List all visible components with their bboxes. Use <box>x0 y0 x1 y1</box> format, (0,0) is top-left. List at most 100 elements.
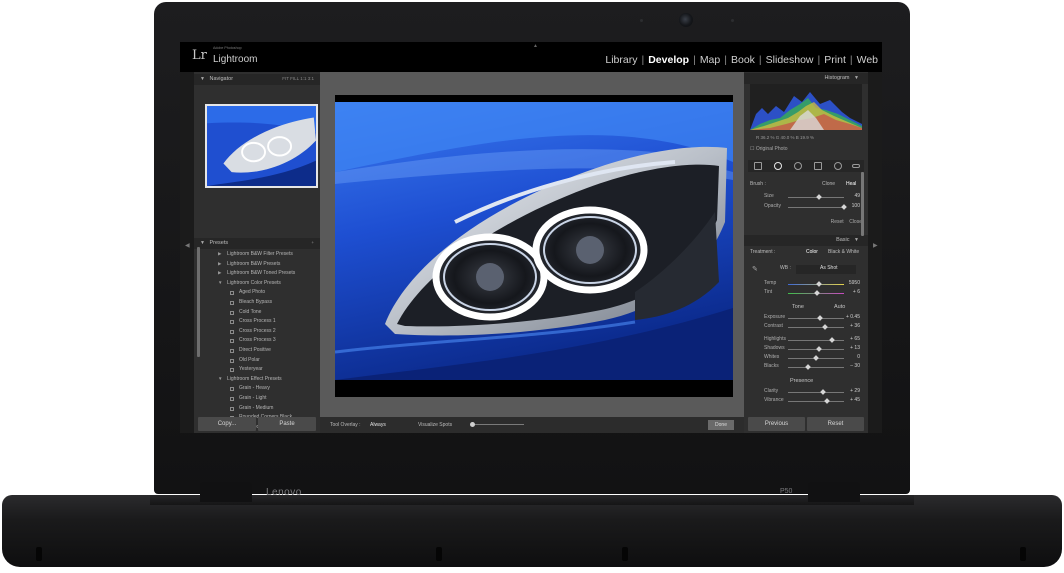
module-web[interactable]: Web <box>857 54 878 66</box>
crop-tool-icon[interactable] <box>754 162 762 170</box>
preset-item[interactable]: ▶ Lightroom B&W Presets <box>194 261 320 271</box>
blacks-slider-knob[interactable] <box>805 364 811 370</box>
size-value[interactable]: 49 <box>854 193 860 199</box>
previous-button[interactable]: Previous <box>748 417 805 431</box>
visualize-spots-slider[interactable] <box>472 424 524 425</box>
done-button[interactable]: Done <box>708 420 734 430</box>
visualize-spots-checkbox[interactable]: Visualize Spots <box>418 422 452 428</box>
whites-value[interactable]: 0 <box>857 354 860 360</box>
right-panel-edge[interactable]: ▶ <box>868 72 882 433</box>
red-eye-tool-icon[interactable] <box>794 162 802 170</box>
navigator-zoom-options[interactable]: FIT FILL 1:1 3:1 <box>282 76 314 81</box>
exposure-value[interactable]: + 0.45 <box>846 314 860 320</box>
preset-item[interactable]: ▼ Lightroom Color Presets <box>194 280 320 290</box>
tint-value[interactable]: + 6 <box>853 289 860 295</box>
adjustment-brush-icon[interactable] <box>852 164 860 168</box>
histogram-chart[interactable] <box>750 84 862 130</box>
contrast-value[interactable]: + 36 <box>850 323 860 329</box>
module-library[interactable]: Library <box>605 54 637 66</box>
collapse-right-icon[interactable]: ▶ <box>873 242 878 249</box>
shadows-value[interactable]: + 13 <box>850 345 860 351</box>
color-treatment-button[interactable]: Color <box>806 249 818 255</box>
preset-item[interactable]: Grain - Heavy <box>194 385 320 395</box>
collapse-top-icon[interactable]: ▲ <box>533 43 538 49</box>
navigator-header[interactable]: ▼ Navigator FIT FILL 1:1 3:1 <box>194 74 320 85</box>
size-slider-knob[interactable] <box>815 194 822 200</box>
preset-item[interactable]: Bleach Bypass <box>194 299 320 309</box>
folder-collapsed-icon[interactable]: ▶ <box>218 261 221 267</box>
preset-item[interactable]: Aged Photo <box>194 289 320 299</box>
shadows-slider-knob[interactable] <box>816 346 823 352</box>
preset-item[interactable]: ▼ Lightroom Effect Presets <box>194 376 320 386</box>
graduated-filter-icon[interactable] <box>814 162 822 170</box>
whites-slider-knob[interactable] <box>813 355 819 361</box>
spot-reset-button[interactable]: Reset <box>831 219 844 225</box>
temp-slider-knob[interactable] <box>815 281 822 287</box>
tint-slider-knob[interactable] <box>814 290 820 296</box>
tone-auto-button[interactable]: Auto <box>834 304 845 310</box>
folder-collapsed-icon[interactable]: ▶ <box>218 270 221 276</box>
module-print[interactable]: Print <box>824 54 846 66</box>
preset-item[interactable]: Cross Process 3 <box>194 337 320 347</box>
spot-removal-tool-icon[interactable] <box>774 162 782 170</box>
basic-header[interactable]: Basic ▼ <box>744 235 868 246</box>
wb-value[interactable]: As Shot <box>820 265 838 271</box>
opacity-value[interactable]: 100 <box>852 203 860 209</box>
vibrance-value[interactable]: + 45 <box>850 397 860 403</box>
radial-filter-icon[interactable] <box>834 162 842 170</box>
add-preset-icon[interactable]: + <box>311 240 314 245</box>
blacks-value[interactable]: – 30 <box>850 363 860 369</box>
preset-item[interactable]: Grain - Medium <box>194 405 320 415</box>
preset-item[interactable]: Old Polar <box>194 357 320 367</box>
module-map[interactable]: Map <box>700 54 720 66</box>
folder-expanded-icon[interactable]: ▼ <box>218 376 222 381</box>
bw-treatment-button[interactable]: Black & White <box>828 249 859 255</box>
module-slideshow[interactable]: Slideshow <box>766 54 814 66</box>
opacity-slider[interactable] <box>788 207 844 208</box>
preset-item[interactable]: Cross Process 2 <box>194 328 320 338</box>
contrast-slider-knob[interactable] <box>822 324 828 330</box>
preset-item[interactable]: Direct Positive <box>194 347 320 357</box>
exposure-slider-knob[interactable] <box>817 315 824 321</box>
vibrance-slider[interactable] <box>788 401 844 402</box>
folder-expanded-icon[interactable]: ▼ <box>218 280 222 285</box>
left-panel-edge[interactable]: ◀ <box>180 72 194 433</box>
tool-overlay-select[interactable]: Always <box>370 422 386 428</box>
preset-item[interactable]: Yesteryear <box>194 366 320 376</box>
navigator-thumbnail[interactable] <box>205 104 318 188</box>
right-panel-scrollbar[interactable] <box>861 172 864 236</box>
heal-button[interactable]: Heal <box>846 181 856 187</box>
eyedropper-icon[interactable]: ✎ <box>752 265 758 273</box>
contrast-slider[interactable] <box>788 327 844 328</box>
exposure-slider[interactable] <box>788 318 844 319</box>
highlights-value[interactable]: + 65 <box>850 336 860 342</box>
temp-value[interactable]: 5950 <box>849 280 860 286</box>
preset-item[interactable]: Grain - Light <box>194 395 320 405</box>
preset-item[interactable]: ▶ Lightroom B&W Toned Presets <box>194 270 320 280</box>
histogram-header[interactable]: Histogram ▼ <box>744 73 868 84</box>
presets-header[interactable]: ▼ Presets + <box>194 238 320 249</box>
preset-item[interactable]: Cross Process 1 <box>194 318 320 328</box>
reset-button[interactable]: Reset <box>807 417 864 431</box>
paste-button[interactable]: Paste <box>258 417 316 431</box>
collapse-left-icon[interactable]: ◀ <box>185 242 190 249</box>
folder-collapsed-icon[interactable]: ▶ <box>218 251 221 257</box>
clarity-value[interactable]: + 29 <box>850 388 860 394</box>
blacks-slider[interactable] <box>788 367 844 368</box>
visualize-spots-knob[interactable] <box>470 422 475 427</box>
clarity-slider[interactable] <box>788 392 844 393</box>
photo-canvas[interactable] <box>335 95 733 397</box>
module-book[interactable]: Book <box>731 54 755 66</box>
preset-item[interactable]: Cold Tone <box>194 309 320 319</box>
copy-button[interactable]: Copy... <box>198 417 256 431</box>
module-develop[interactable]: Develop <box>648 54 689 66</box>
highlights-slider[interactable] <box>788 340 844 341</box>
clarity-slider-knob[interactable] <box>819 389 826 395</box>
opacity-slider-knob[interactable] <box>841 204 847 210</box>
original-photo-checkbox[interactable]: ☐ Original Photo <box>750 146 788 152</box>
preset-item[interactable]: ▶ Lightroom B&W Filter Presets <box>194 251 320 261</box>
clone-button[interactable]: Clone <box>822 181 835 187</box>
preset-icon <box>230 300 234 305</box>
highlights-slider-knob[interactable] <box>828 337 835 343</box>
vibrance-slider-knob[interactable] <box>824 398 831 404</box>
